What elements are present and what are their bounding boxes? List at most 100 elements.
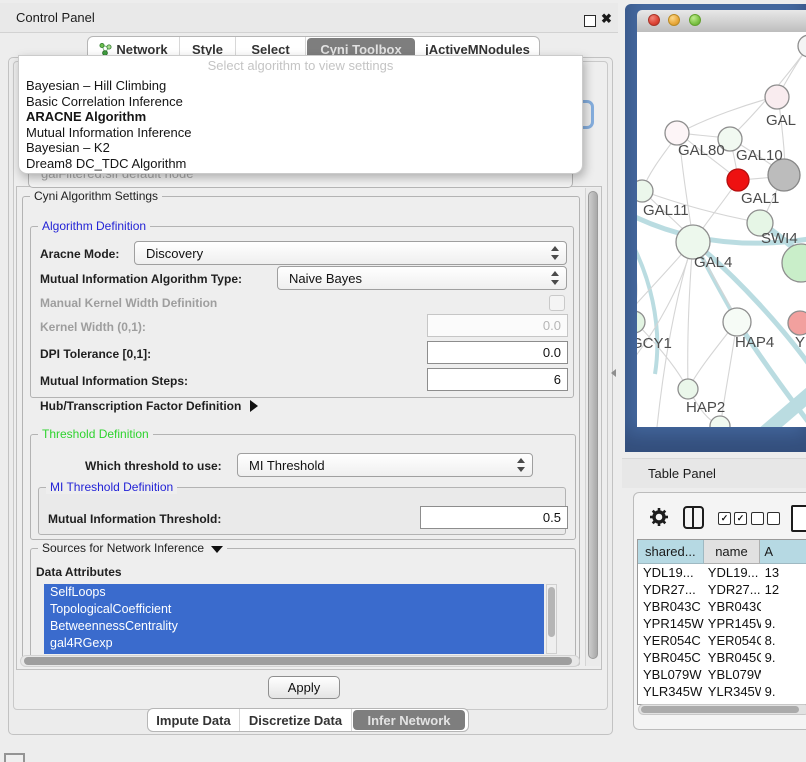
tab-infer-network[interactable]: Infer Network [353,710,465,730]
algorithm-option[interactable]: Mutual Information Inference [19,125,582,141]
node-gal11 [637,180,653,202]
node [798,35,806,57]
minimize-window-button[interactable] [668,14,680,26]
table-row[interactable]: YLR345W YLR345W 9. [638,683,806,700]
svg-text:Y: Y [795,334,805,351]
network-tab-icon [99,42,112,56]
algorithm-dropdown-popup: Select algorithm to view settings Bayesi… [18,55,583,174]
aracne-mode-value: Discovery [146,246,203,261]
tab-impute-data[interactable]: Impute Data [148,709,240,731]
gear-icon[interactable] [649,507,669,527]
table-row[interactable]: YBL079W YBL079W [638,666,806,683]
zoom-window-button[interactable] [689,14,701,26]
scrollbar-thumb[interactable] [588,191,598,659]
hub-definition-toggle[interactable]: Hub/Transcription Factor Definition [40,399,258,413]
kernel-width-field[interactable]: 0.0 [427,314,568,337]
algorithm-dropdown-prompt: Select algorithm to view settings [19,56,582,78]
attributes-vertical-scrollbar[interactable] [546,584,557,654]
control-panel: Control Panel ✖ Network Style Select [0,0,618,762]
scrollbar-thumb[interactable] [641,706,799,713]
expand-right-icon[interactable] [250,400,258,412]
node-red [727,169,749,191]
algorithm-option[interactable]: Bayesian – K2 [19,140,582,156]
table-row[interactable]: YDL19... YDL19... 13 [638,564,806,581]
node-salmon [788,311,806,335]
table-row[interactable]: YDR27... YDR27... 12 [638,581,806,598]
column-chooser-icon[interactable] [683,506,704,529]
select-all-columns-icon[interactable]: ✓✓ [718,512,747,525]
table-row[interactable]: YER054C YER054C 8. [638,632,806,649]
table-panel-titlebar: Table Panel [622,458,806,488]
algorithm-option[interactable]: Bayesian – Hill Climbing [19,78,582,94]
kernel-width-label: Kernel Width (0,1): [40,320,146,334]
control-panel-titlebar: Control Panel ✖ [0,3,618,33]
node-hap4 [723,308,751,336]
deselect-all-columns-icon[interactable] [751,512,780,525]
apply-button[interactable]: Apply [268,676,340,699]
stepper-arrows-icon[interactable] [551,246,560,260]
dpi-tolerance-field[interactable]: 0.0 [427,341,568,364]
table-row[interactable]: YBR043C YBR043C [638,598,806,615]
algorithm-option[interactable]: Basic Correlation Inference [19,94,582,110]
which-threshold-label: Which threshold to use: [85,459,222,473]
data-attributes-label: Data Attributes [36,565,122,579]
mi-threshold-label: Mutual Information Threshold: [48,512,221,526]
attribute-item[interactable]: BetweennessCentrality [44,618,544,635]
network-canvas[interactable]: GAL GAL80 GAL10 GAL1 GAL11 SWI4 GAL4 GCY… [637,32,806,427]
aracne-mode-combobox[interactable]: Discovery [134,241,567,265]
application-window: Control Panel ✖ Network Style Select [0,0,806,762]
sources-group-title: Sources for Network Inference [38,541,227,555]
settings-vertical-scrollbar[interactable] [585,188,600,666]
node [710,416,730,427]
attribute-item[interactable]: TopologicalCoefficient [44,601,544,618]
mi-threshold-field[interactable]: 0.5 [420,506,568,529]
algorithm-definition-title: Algorithm Definition [38,219,150,233]
mi-algorithm-type-combobox[interactable]: Naive Bayes [277,266,567,290]
column-header-shared-name[interactable]: shared... [638,540,704,564]
cyni-bottom-tabs: Impute Data Discretize Data Infer Networ… [147,708,469,732]
collapsed-panel-grip[interactable] [4,753,25,762]
algorithm-option-selected[interactable]: ARACNE Algorithm [19,109,582,125]
table-row[interactable]: YBR045C YBR045C 9. [638,649,806,666]
table-panel: ✓✓ shared... name A YDL19... YDL19 [633,492,806,730]
settings-horizontal-scrollbar[interactable] [20,655,580,667]
attribute-item[interactable]: gal4RGexp [44,635,544,652]
table-row[interactable]: YPR145W YPR145W 9. [638,615,806,632]
mi-algorithm-type-value: Naive Bayes [289,271,362,286]
network-window-titlebar[interactable] [637,10,806,33]
svg-text:GAL1: GAL1 [741,190,779,207]
svg-text:SWI4: SWI4 [761,230,798,247]
network-node-labels: GAL GAL80 GAL10 GAL1 GAL11 SWI4 GAL4 GCY… [637,112,805,416]
manual-kernel-width-checkbox[interactable] [549,295,565,311]
network-window: GAL GAL80 GAL10 GAL1 GAL11 SWI4 GAL4 GCY… [625,4,806,452]
algorithm-option[interactable]: Dream8 DC_TDC Algorithm [19,156,582,172]
which-threshold-value: MI Threshold [249,458,325,473]
which-threshold-combobox[interactable]: MI Threshold [237,453,533,477]
table-panel-title: Table Panel [648,459,716,488]
cyni-algorithm-settings-title: Cyni Algorithm Settings [30,189,162,203]
scrollbar-thumb[interactable] [548,587,555,637]
stepper-arrows-icon[interactable] [517,458,526,472]
svg-text:GAL4: GAL4 [694,254,732,271]
mi-algorithm-type-label: Mutual Information Algorithm Type: [40,272,242,286]
column-header-name[interactable]: name [704,540,761,564]
node-table: shared... name A YDL19... YDL19... 13 YD… [637,539,806,705]
scrollbar-thumb[interactable] [24,657,572,665]
stepper-arrows-icon[interactable] [551,271,560,285]
close-window-button[interactable] [648,14,660,26]
mi-steps-field[interactable]: 6 [427,368,568,391]
table-horizontal-scrollbar[interactable] [638,704,806,715]
float-panel-icon[interactable] [584,15,596,27]
tab-discretize-data[interactable]: Discretize Data [240,709,352,731]
export-table-icon[interactable] [791,505,806,532]
close-panel-icon[interactable]: ✖ [601,11,612,27]
svg-text:GAL10: GAL10 [736,147,783,164]
attribute-item[interactable]: SelfLoops [44,584,544,601]
splitter-arrow-icon[interactable] [611,369,616,377]
collapse-down-icon[interactable] [211,546,223,553]
mi-steps-label: Mutual Information Steps: [40,374,188,388]
column-header-partial[interactable]: A [760,540,806,564]
data-attributes-list: SelfLoops TopologicalCoefficient Between… [44,584,544,654]
svg-text:GCY1: GCY1 [637,335,672,352]
aracne-mode-label: Aracne Mode: [40,247,119,261]
